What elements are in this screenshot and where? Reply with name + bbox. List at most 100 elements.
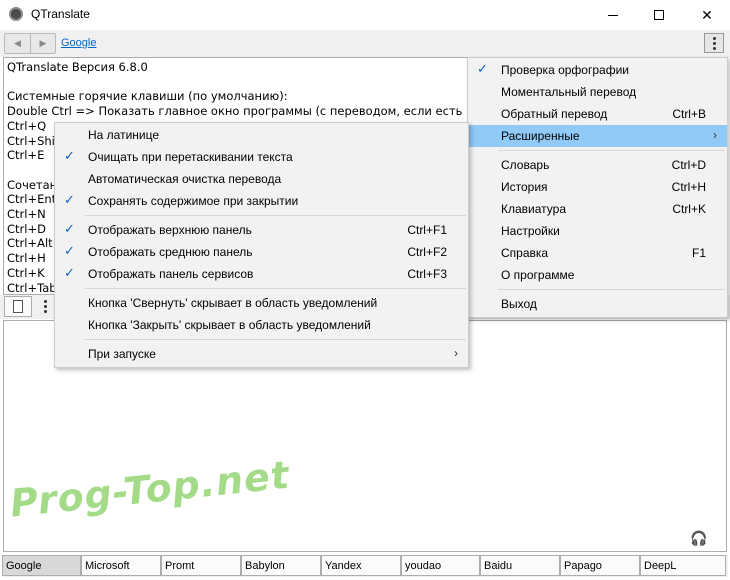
chevron-right-icon: › <box>454 346 458 360</box>
dot-icon <box>712 46 716 50</box>
dot-icon <box>44 305 47 308</box>
main-menu: ✓ Проверка орфографии Моментальный перевод… <box>467 57 728 318</box>
menu-item-label: Настройки <box>501 224 560 238</box>
menu-item[interactable]: ✓ Отображать панель сервисов Ctrl+F3 <box>55 263 468 285</box>
menu-item[interactable]: ✓ Очищать при перетаскивании текста <box>55 146 468 168</box>
engine-link[interactable]: Google <box>61 37 96 49</box>
new-document-button[interactable] <box>4 296 32 317</box>
menu-item[interactable]: Моментальный перевод <box>468 81 727 103</box>
menu-item[interactable]: Выход <box>468 293 727 315</box>
menu-item-shortcut: F1 <box>691 246 706 260</box>
service-tab-google[interactable]: Google <box>2 555 81 576</box>
menu-item-shortcut: Ctrl+F3 <box>407 267 447 281</box>
back-button[interactable]: ◀ <box>5 34 30 53</box>
menu-item-shortcut: Ctrl+D <box>671 158 706 172</box>
menu-item[interactable]: Кнопка 'Закрыть' скрывает в область увед… <box>55 314 468 336</box>
check-icon: ✓ <box>64 192 75 207</box>
middle-menu-button[interactable] <box>44 300 47 313</box>
menu-item[interactable]: Обратный перевод Ctrl+B <box>468 103 727 125</box>
maximize-icon <box>654 10 664 20</box>
menu-item[interactable]: История Ctrl+H <box>468 176 727 198</box>
menu-item-label: История <box>501 180 548 194</box>
document-icon <box>13 300 23 313</box>
headphones-icon[interactable]: 🎧 <box>690 530 707 547</box>
source-text-line: Сочетан <box>7 177 58 192</box>
menu-separator <box>498 150 725 151</box>
minimize-button[interactable] <box>590 0 636 30</box>
top-toolbar: ◀ ▶ Google <box>0 30 730 57</box>
advanced-submenu: На латинице ✓ Очищать при перетаскивании т… <box>54 122 469 368</box>
window-title: QTranslate <box>31 7 90 21</box>
menu-item-label: Отображать верхнюю панель <box>88 223 252 237</box>
menu-item[interactable]: На латинице <box>55 124 468 146</box>
check-icon: ✓ <box>64 243 75 258</box>
source-text-line: Double Ctrl => Показать главное окно про… <box>7 104 497 119</box>
app-logo-icon <box>9 7 23 21</box>
menu-item[interactable]: Клавиатура Ctrl+K <box>468 198 727 220</box>
menu-separator <box>498 289 725 290</box>
menu-item-shortcut: Ctrl+F2 <box>407 245 447 259</box>
maximize-button[interactable] <box>636 0 682 30</box>
menu-item[interactable]: Словарь Ctrl+D <box>468 154 727 176</box>
service-tab-promt[interactable]: Promt <box>161 555 241 576</box>
service-tab-microsoft[interactable]: Microsoft <box>81 555 161 576</box>
dot-icon <box>712 36 716 40</box>
back-arrow-icon: ◀ <box>14 38 21 48</box>
menu-item-label: При запуске <box>88 347 156 361</box>
menu-item-shortcut: Ctrl+F1 <box>407 223 447 237</box>
check-icon: ✓ <box>64 221 75 236</box>
close-button[interactable]: ✕ <box>684 0 730 30</box>
service-tabs: Google Microsoft Promt Babylon Yandex youdao B… <box>2 555 728 577</box>
menu-item-shortcut: Ctrl+K <box>672 202 706 216</box>
menu-item-label: Кнопка 'Закрыть' скрывает в область увед… <box>88 318 371 332</box>
menu-item[interactable]: О программе <box>468 264 727 286</box>
menu-item[interactable]: Автоматическая очистка перевода <box>55 168 468 190</box>
forward-button[interactable]: ▶ <box>30 34 55 53</box>
service-tab-papago[interactable]: Papago <box>560 555 640 576</box>
menu-item[interactable]: Расширенные › <box>468 125 727 147</box>
menu-item-shortcut: Ctrl+B <box>672 107 706 121</box>
menu-item-label: Клавиатура <box>501 202 566 216</box>
menu-item[interactable]: При запуске › <box>55 343 468 365</box>
menu-item[interactable]: Настройки <box>468 220 727 242</box>
service-tab-baidu[interactable]: Baidu <box>480 555 560 576</box>
menu-item-label: На латинице <box>88 128 160 142</box>
check-icon: ✓ <box>477 61 488 76</box>
history-nav: ◀ ▶ <box>4 33 56 54</box>
dot-icon <box>44 310 47 313</box>
source-text-line: Ctrl+D <box>7 221 46 236</box>
menu-item[interactable]: Кнопка 'Свернуть' скрывает в область уве… <box>55 292 468 314</box>
source-text-line: Ctrl+Q <box>7 118 47 133</box>
menu-item-label: Автоматическая очистка перевода <box>88 172 282 186</box>
service-tab-babylon[interactable]: Babylon <box>241 555 321 576</box>
main-menu-button[interactable] <box>704 33 724 53</box>
menu-item-label: Отображать панель сервисов <box>88 267 254 281</box>
dot-icon <box>44 300 47 303</box>
source-text-line: Ctrl+H <box>7 251 46 266</box>
menu-item-label: Обратный перевод <box>501 107 608 121</box>
menu-item-label: Кнопка 'Свернуть' скрывает в область уве… <box>88 296 378 310</box>
menu-item[interactable]: Справка F1 <box>468 242 727 264</box>
source-text-line: Ctrl+E <box>7 148 45 163</box>
menu-item-label: Сохранять содержимое при закрытии <box>88 194 299 208</box>
menu-item-label: Очищать при перетаскивании текста <box>88 150 293 164</box>
menu-item-label: Отображать среднюю панель <box>88 245 253 259</box>
menu-separator <box>85 339 466 340</box>
menu-item-label: Проверка орфографии <box>501 63 629 77</box>
menu-item[interactable]: ✓ Отображать среднюю панель Ctrl+F2 <box>55 241 468 263</box>
service-tab-deepl[interactable]: DeepL <box>640 555 726 576</box>
menu-item-label: О программе <box>501 268 575 282</box>
source-text-line: Ctrl+K <box>7 265 45 280</box>
menu-item[interactable]: ✓ Сохранять содержимое при закрытии <box>55 190 468 212</box>
source-text-line: Ctrl+N <box>7 207 46 221</box>
service-tab-yandex[interactable]: Yandex <box>321 555 401 576</box>
source-text-line: Системные горячие клавиши (по умолчанию)… <box>7 89 288 104</box>
menu-item-label: Расширенные <box>501 129 580 143</box>
menu-item-shortcut: Ctrl+H <box>671 180 706 194</box>
menu-separator <box>85 288 466 289</box>
menu-item-label: Моментальный перевод <box>501 85 637 99</box>
menu-item[interactable]: ✓ Проверка орфографии <box>468 59 727 81</box>
menu-separator <box>85 215 466 216</box>
service-tab-youdao[interactable]: youdao <box>401 555 480 576</box>
menu-item[interactable]: ✓ Отображать верхнюю панель Ctrl+F1 <box>55 219 468 241</box>
